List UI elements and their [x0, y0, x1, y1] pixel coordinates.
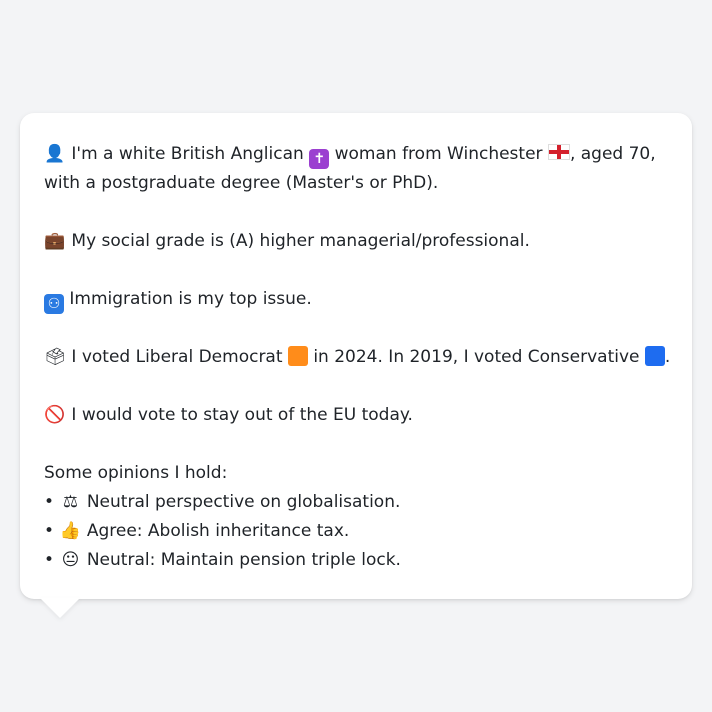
neutral-face-icon: 😐 [61, 550, 80, 570]
speech-bubble-tail [40, 598, 80, 618]
social-grade-text: My social grade is (A) higher managerial… [71, 231, 530, 251]
intro-text-1: I'm a white British Anglican [71, 144, 304, 164]
top-issue-line: ⚇ Immigration is my top issue. [44, 285, 668, 314]
vote-line: 🗳 I voted Liberal Democrat in 2024. In 2… [44, 343, 671, 372]
bullet: • [44, 521, 55, 541]
latin-cross-icon: ✝ [309, 149, 330, 169]
social-grade-line: 💼 My social grade is (A) higher manageri… [44, 227, 668, 256]
no-entry-sign-icon: 🚫 [44, 405, 66, 425]
balance-scale-icon: ⚖ [62, 492, 79, 512]
briefcase-icon: 💼 [44, 231, 66, 251]
ballot-box-icon: 🗳 [44, 347, 66, 367]
eu-line: 🚫 I would vote to stay out of the EU tod… [44, 401, 668, 430]
vote-text-1: I voted Liberal Democrat [71, 347, 283, 367]
thumbs-up-icon: 👍 [59, 521, 82, 541]
opinion-item: • 😐 Neutral: Maintain pension triple loc… [44, 546, 668, 575]
vote-text-2: in 2024. In 2019, I voted Conservative [313, 347, 640, 367]
opinions-heading: Some opinions I hold: [44, 463, 228, 483]
intro-text-2: woman from Winchester [334, 144, 543, 164]
passport-control-icon: ⚇ [44, 294, 64, 314]
intro-line: 👤 I'm a white British Anglican ✝ woman f… [44, 140, 668, 198]
england-flag-icon [547, 144, 570, 160]
persona-card: 👤 I'm a white British Anglican ✝ woman f… [20, 113, 692, 599]
person-silhouette-icon: 👤 [44, 144, 66, 164]
vote-text-3: . [664, 347, 671, 367]
top-issue-text: Immigration is my top issue. [69, 289, 312, 309]
opinion-text: Neutral perspective on globalisation. [86, 492, 401, 512]
eu-text: I would vote to stay out of the EU today… [71, 405, 413, 425]
opinion-text: Agree: Abolish inheritance tax. [86, 521, 350, 541]
conservative-color-square [644, 346, 665, 366]
liberal-democrat-color-square [287, 346, 308, 366]
opinion-item: • 👍 Agree: Abolish inheritance tax. [44, 517, 668, 546]
opinion-text: Neutral: Maintain pension triple lock. [86, 550, 401, 570]
opinion-item: • ⚖ Neutral perspective on globalisation… [44, 488, 668, 517]
bullet: • [44, 492, 55, 512]
bullet: • [44, 550, 55, 570]
